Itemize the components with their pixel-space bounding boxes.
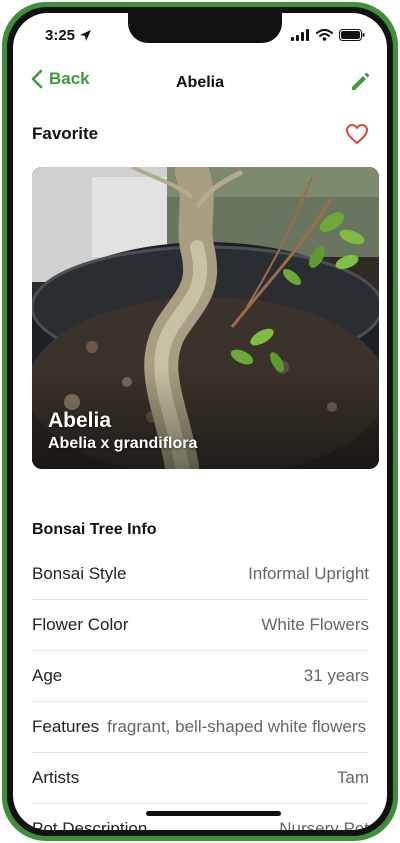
- info-row-bonsai-style: Bonsai Style Informal Upright: [32, 549, 369, 600]
- plant-scientific-name: Abelia x grandiflora: [48, 435, 198, 452]
- navigation-bar: Back Abelia: [13, 69, 387, 99]
- screen: 3:25 Back Abelia Favorite Abelia Abelia …: [13, 13, 387, 830]
- info-label: Artists: [32, 768, 80, 787]
- pencil-icon: [352, 72, 370, 90]
- home-indicator[interactable]: [146, 811, 281, 816]
- info-value: White Flowers: [261, 615, 369, 634]
- favorite-row: Favorite: [32, 119, 369, 149]
- status-time: 3:25: [45, 27, 92, 44]
- info-value: Tam: [336, 768, 369, 787]
- plant-photo: Abelia Abelia x grandiflora: [32, 167, 379, 469]
- heart-outline-icon[interactable]: [345, 123, 369, 145]
- device-frame: 3:25 Back Abelia Favorite Abelia Abelia …: [2, 2, 398, 841]
- info-list: Bonsai Style Informal Upright Flower Col…: [32, 549, 369, 830]
- notch: [128, 13, 282, 43]
- info-row-flower-color: Flower Color White Flowers: [32, 600, 369, 651]
- status-time-text: 3:25: [45, 27, 76, 44]
- favorite-label: Favorite: [32, 124, 99, 143]
- page-title: Abelia: [175, 74, 224, 91]
- photo-caption: Abelia Abelia x grandiflora: [48, 409, 197, 453]
- signal-icon: [291, 29, 309, 41]
- battery-icon: [339, 29, 365, 41]
- info-label: Bonsai Style: [32, 564, 127, 583]
- edit-button[interactable]: [349, 71, 371, 98]
- info-value: Informal Upright: [248, 564, 369, 583]
- info-value: fragrant, bell-shaped white flowers: [107, 717, 367, 736]
- status-icons: [291, 29, 365, 41]
- plant-name: Abelia: [48, 409, 112, 432]
- section-title: Bonsai Tree Info: [32, 521, 157, 538]
- device-bezel: 3:25 Back Abelia Favorite Abelia Abelia …: [7, 7, 393, 836]
- info-label: Flower Color: [32, 615, 129, 634]
- info-value: Nursery Pot: [279, 819, 369, 830]
- location-arrow-icon: [80, 30, 92, 41]
- info-label: Features: [32, 717, 100, 736]
- wifi-icon: [316, 29, 333, 41]
- info-row-age: Age 31 years: [32, 651, 369, 702]
- info-label: Age: [32, 666, 63, 685]
- info-value: 31 years: [303, 666, 369, 685]
- info-row-pot-description: Pot Description Nursery Pot: [32, 804, 369, 830]
- info-label: Pot Description: [32, 819, 148, 830]
- info-row-artists: Artists Tam: [32, 753, 369, 804]
- info-row-features: Features fragrant, bell-shaped white flo…: [32, 702, 369, 753]
